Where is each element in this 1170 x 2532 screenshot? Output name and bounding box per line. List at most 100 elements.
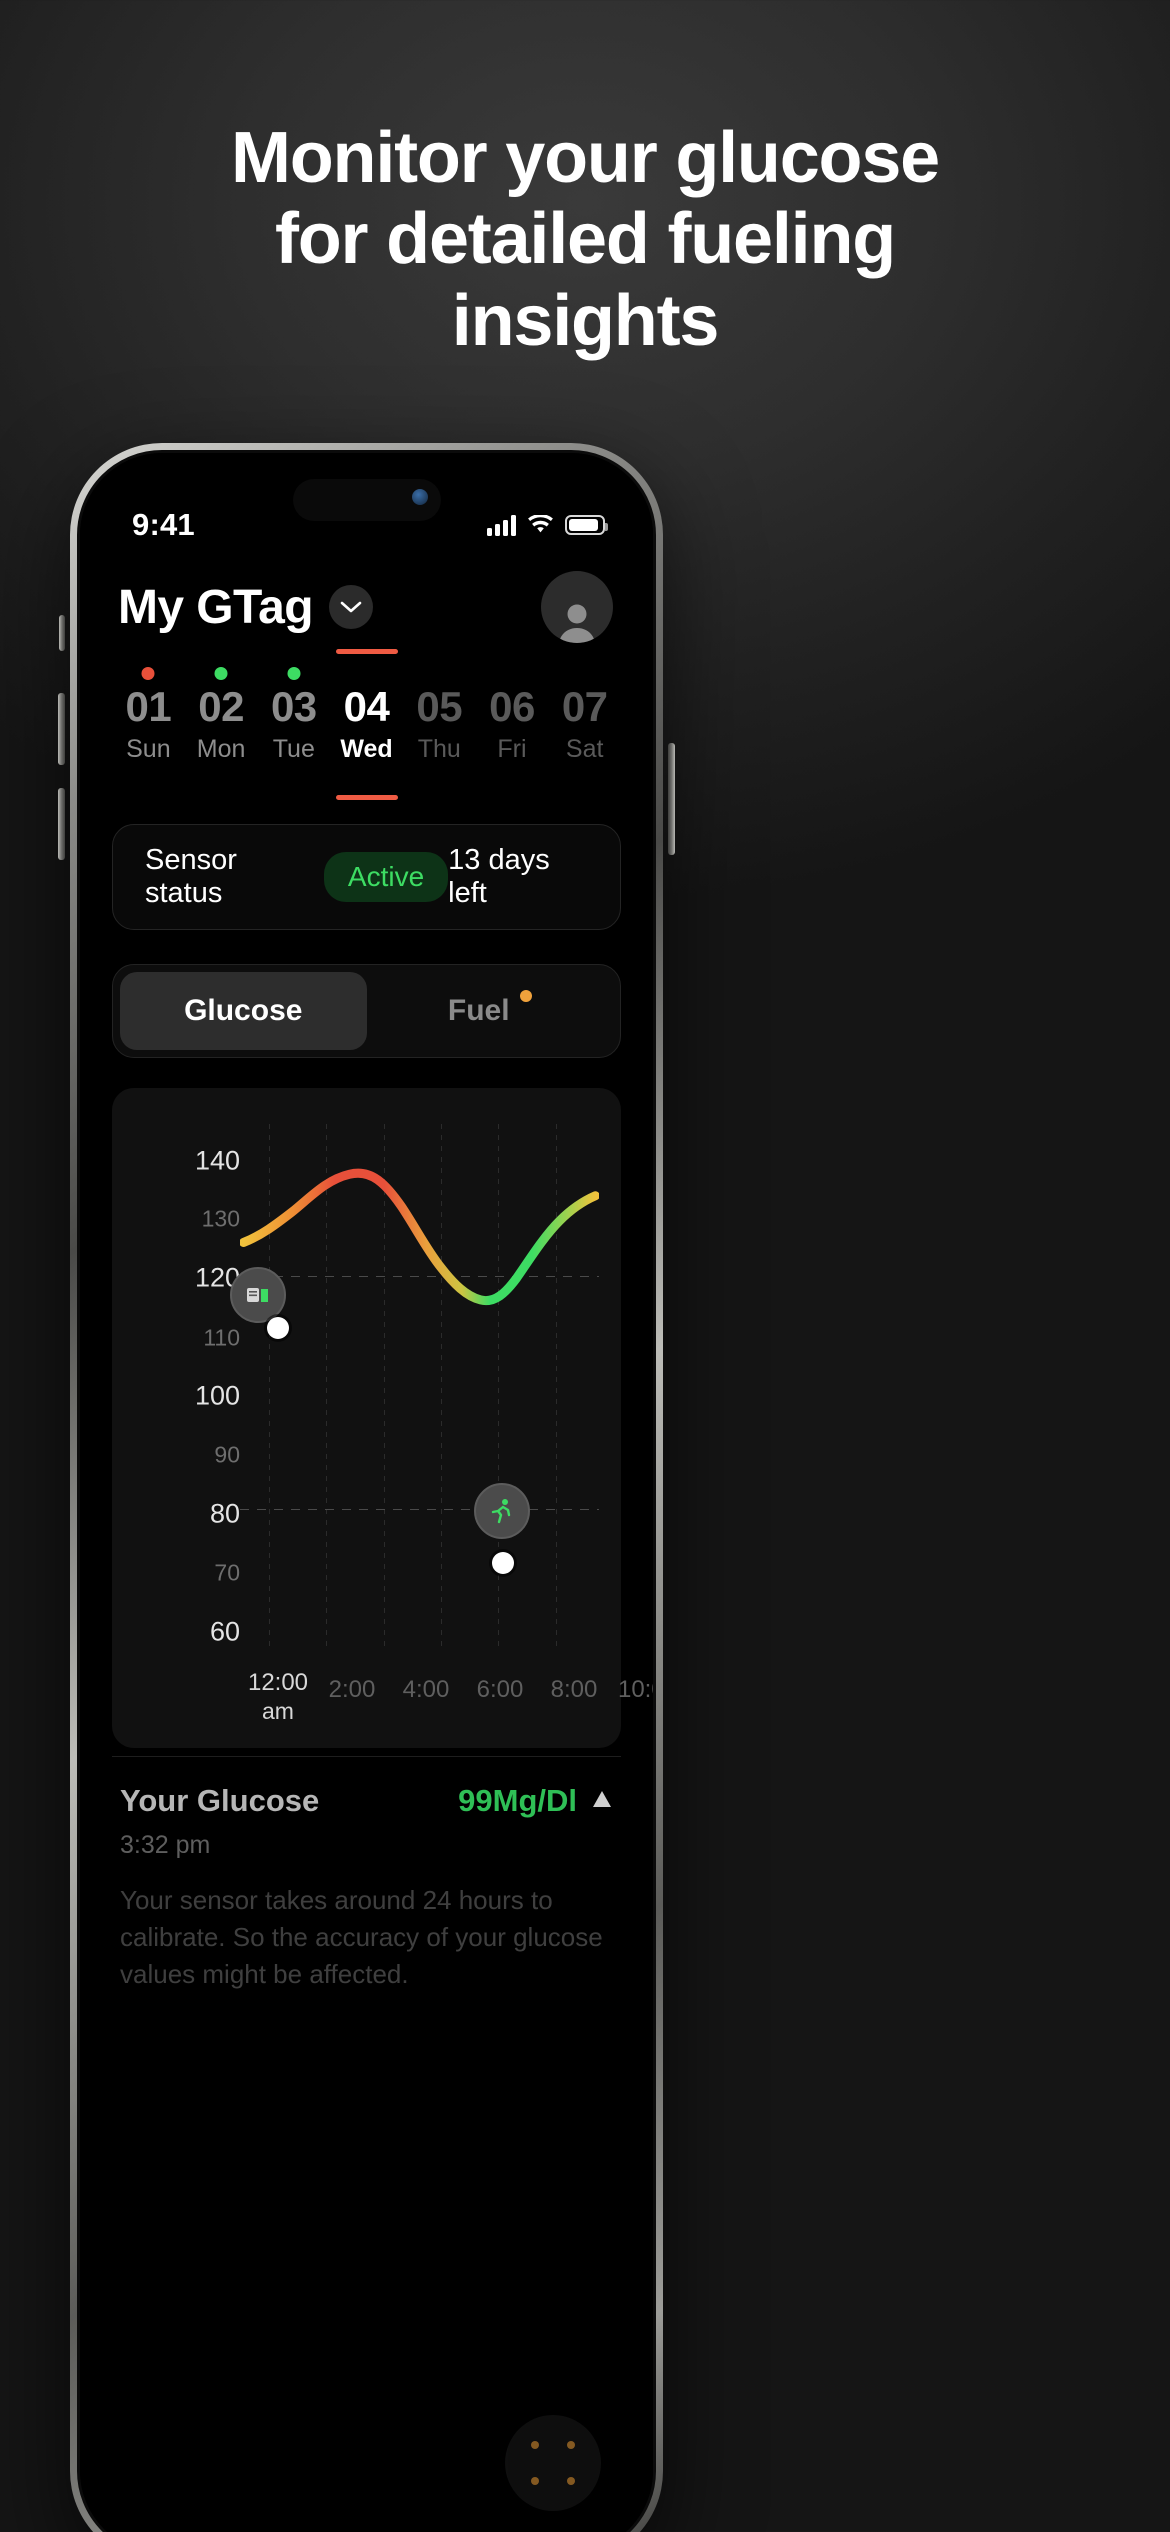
arrow-up-icon — [593, 1791, 611, 1808]
x-tick-1000: 10:00 — [617, 1675, 653, 1704]
date-number: 03 — [270, 683, 317, 730]
phone-volume-down-button[interactable] — [58, 788, 65, 860]
tab-glucose-label: Glucose — [184, 994, 303, 1028]
tab-glucose[interactable]: Glucose — [120, 972, 367, 1051]
glucose-line-series — [240, 1124, 599, 1393]
y-tick-130: 130 — [201, 1205, 240, 1232]
y-tick-140: 140 — [194, 1145, 240, 1176]
notification-dot-icon — [519, 990, 532, 1003]
x-tick-time: 8:00 — [550, 1675, 598, 1703]
scan-icon — [567, 2441, 575, 2449]
date-number: 01 — [125, 683, 172, 730]
date-dot-icon — [287, 667, 301, 680]
date-weekday: Wed — [340, 735, 393, 764]
selected-indicator-top — [335, 649, 398, 654]
status-badge: Active — [323, 852, 449, 903]
x-tick-1200am: 12:00 am — [248, 1668, 308, 1727]
date-number: 06 — [489, 683, 535, 730]
phone-mockup: 9:41 My GTag 01 Sun 02 Mon 03 Tue 04 Wed… — [58, 443, 675, 2532]
headline-line-1: Monitor your glucose — [230, 118, 940, 198]
activity-marker[interactable] — [474, 1483, 530, 1540]
tab-fuel[interactable]: Fuel — [367, 972, 614, 1050]
app-header: My GTag — [80, 561, 653, 643]
x-tick-200: 2:00 — [329, 1675, 376, 1704]
date-weekday: Fri — [497, 735, 527, 764]
reading-title: Your Glucose — [120, 1783, 320, 1819]
meal-marker[interactable] — [230, 1266, 286, 1323]
x-tick-time: 10:00 — [617, 1675, 653, 1703]
reading-value: 99Mg/Dl — [458, 1783, 577, 1819]
reference-line-80 — [240, 1509, 599, 1511]
date-cell-01[interactable]: 01 Sun — [112, 663, 185, 782]
x-tick-time: 2:00 — [328, 1675, 376, 1703]
date-selector[interactable]: 01 Sun 02 Mon 03 Tue 04 Wed 05 Thu 06 Fr… — [80, 643, 653, 801]
date-weekday: Sun — [126, 735, 171, 764]
reading-section: Your Glucose 99Mg/Dl 3:32 pm Your sensor… — [112, 1756, 621, 1993]
phone-power-button[interactable] — [668, 743, 675, 855]
date-weekday: Tue — [272, 735, 315, 764]
activity-data-point — [492, 1552, 514, 1575]
sensor-status-label: Sensor status — [145, 844, 237, 910]
x-tick-600: 6:00 — [477, 1675, 524, 1704]
glucose-chart: 140 130 120 110 100 90 80 70 60 12:00 am… — [128, 1124, 653, 1734]
phone-screen: 9:41 My GTag 01 Sun 02 Mon 03 Tue 04 Wed… — [77, 450, 656, 2532]
reading-header: Your Glucose 99Mg/Dl — [120, 1783, 613, 1819]
date-weekday: Sat — [565, 735, 604, 764]
y-tick-100: 100 — [194, 1380, 240, 1411]
reading-note: Your sensor takes around 24 hours to cal… — [120, 1885, 603, 1989]
date-weekday: Mon — [196, 735, 246, 764]
x-tick-time: 4:00 — [402, 1675, 450, 1703]
cellular-signal-icon — [487, 514, 516, 536]
avatar[interactable] — [541, 571, 613, 643]
sensor-status-card[interactable]: Sensor status Active 13 days left — [112, 824, 621, 931]
date-number: 02 — [198, 683, 244, 730]
date-cell-02[interactable]: 02 Mon — [185, 663, 258, 782]
date-cell-03[interactable]: 03 Tue — [257, 663, 330, 782]
wifi-icon — [528, 515, 553, 533]
date-number: 04 — [343, 683, 390, 730]
date-dot-icon — [141, 667, 155, 680]
y-tick-80: 80 — [209, 1498, 240, 1529]
date-cell-06[interactable]: 06 Fri — [476, 663, 549, 782]
sensor-days-left: 13 days left — [448, 844, 550, 910]
meal-icon — [247, 1287, 268, 1302]
page-title: My GTag — [118, 580, 314, 634]
phone-mute-switch[interactable] — [59, 615, 65, 651]
date-cell-05[interactable]: 05 Thu — [403, 663, 476, 782]
x-tick-400: 4:00 — [403, 1675, 450, 1704]
y-tick-60: 60 — [209, 1616, 240, 1647]
scan-icon — [531, 2441, 539, 2449]
sensor-status-group: Sensor status Active — [145, 844, 449, 910]
profile-selector[interactable]: My GTag — [118, 580, 373, 635]
scan-icon — [531, 2477, 539, 2485]
y-tick-90: 90 — [214, 1441, 240, 1468]
page-headline: Monitor your glucose for detailed fuelin… — [0, 118, 1170, 362]
app-content: My GTag 01 Sun 02 Mon 03 Tue 04 Wed 05 T… — [80, 453, 653, 2532]
user-avatar-icon — [559, 604, 595, 643]
y-tick-110: 110 — [203, 1324, 240, 1351]
headline-line-2: for detailed fueling — [274, 199, 896, 280]
running-icon — [491, 1499, 511, 1524]
date-cell-07[interactable]: 07 Sat — [548, 663, 621, 782]
glucose-chart-card[interactable]: 140 130 120 110 100 90 80 70 60 12:00 am… — [112, 1088, 653, 1749]
meal-data-point — [267, 1316, 289, 1339]
chevron-down-icon[interactable] — [328, 585, 373, 629]
date-cell-04-selected[interactable]: 04 Wed — [330, 649, 403, 801]
status-bar-time: 9:41 — [132, 507, 195, 542]
date-number: 05 — [416, 683, 463, 730]
date-weekday: Thu — [417, 735, 461, 764]
x-tick-800: 8:00 — [551, 1675, 598, 1704]
x-tick-time: 6:00 — [476, 1675, 524, 1703]
scan-icon — [567, 2477, 575, 2485]
date-number: 07 — [561, 683, 608, 730]
selected-indicator-bottom — [335, 795, 398, 801]
y-tick-120: 120 — [194, 1262, 240, 1293]
scan-button[interactable] — [505, 2415, 601, 2511]
tab-fuel-label: Fuel — [447, 994, 510, 1028]
x-tick-suffix: am — [262, 1697, 294, 1724]
reading-value-group: 99Mg/Dl — [458, 1783, 613, 1819]
status-bar-indicators — [487, 514, 608, 536]
status-bar: 9:41 — [80, 453, 653, 561]
phone-volume-up-button[interactable] — [58, 693, 65, 765]
metric-tabs[interactable]: Glucose Fuel — [112, 964, 621, 1059]
